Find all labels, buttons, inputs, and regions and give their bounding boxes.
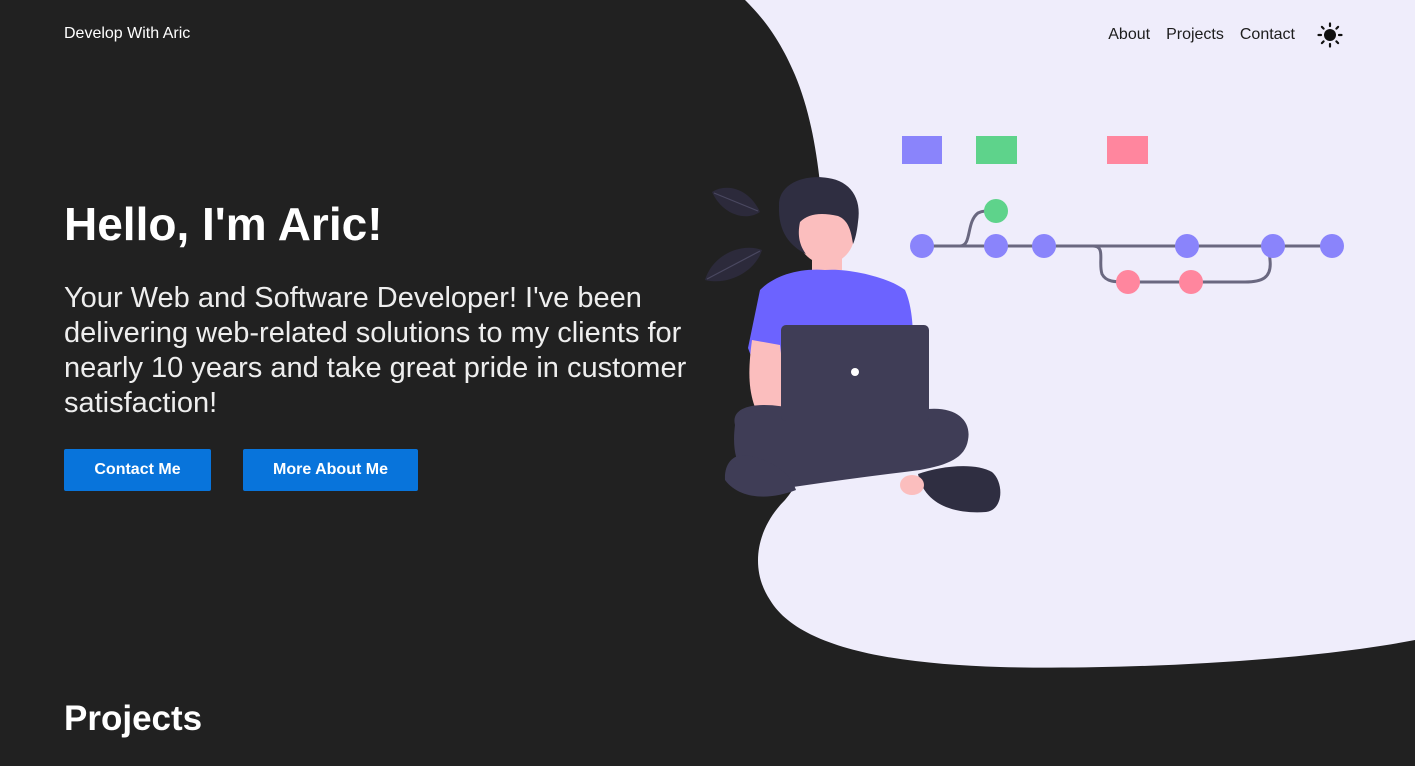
sun-icon	[1317, 22, 1343, 48]
projects-section-title: Projects	[64, 699, 203, 738]
nav-link-about[interactable]: About	[1108, 24, 1150, 46]
main-nav: About Projects Contact	[1092, 22, 1343, 48]
contact-me-button[interactable]: Contact Me	[64, 449, 211, 491]
brand-logo-text[interactable]: Develop With Aric	[64, 24, 190, 44]
nav-link-projects[interactable]: Projects	[1166, 24, 1224, 46]
more-about-me-button[interactable]: More About Me	[243, 449, 418, 491]
theme-toggle-button[interactable]	[1317, 22, 1343, 48]
hero-title: Hello, I'm Aric!	[64, 198, 383, 250]
page: Develop With Aric About Projects Contact	[0, 0, 1415, 766]
nav-link-contact[interactable]: Contact	[1240, 24, 1295, 46]
hero-subtitle: Your Web and Software Developer! I've be…	[64, 282, 687, 419]
developer-with-laptop-illustration	[705, 136, 1344, 513]
